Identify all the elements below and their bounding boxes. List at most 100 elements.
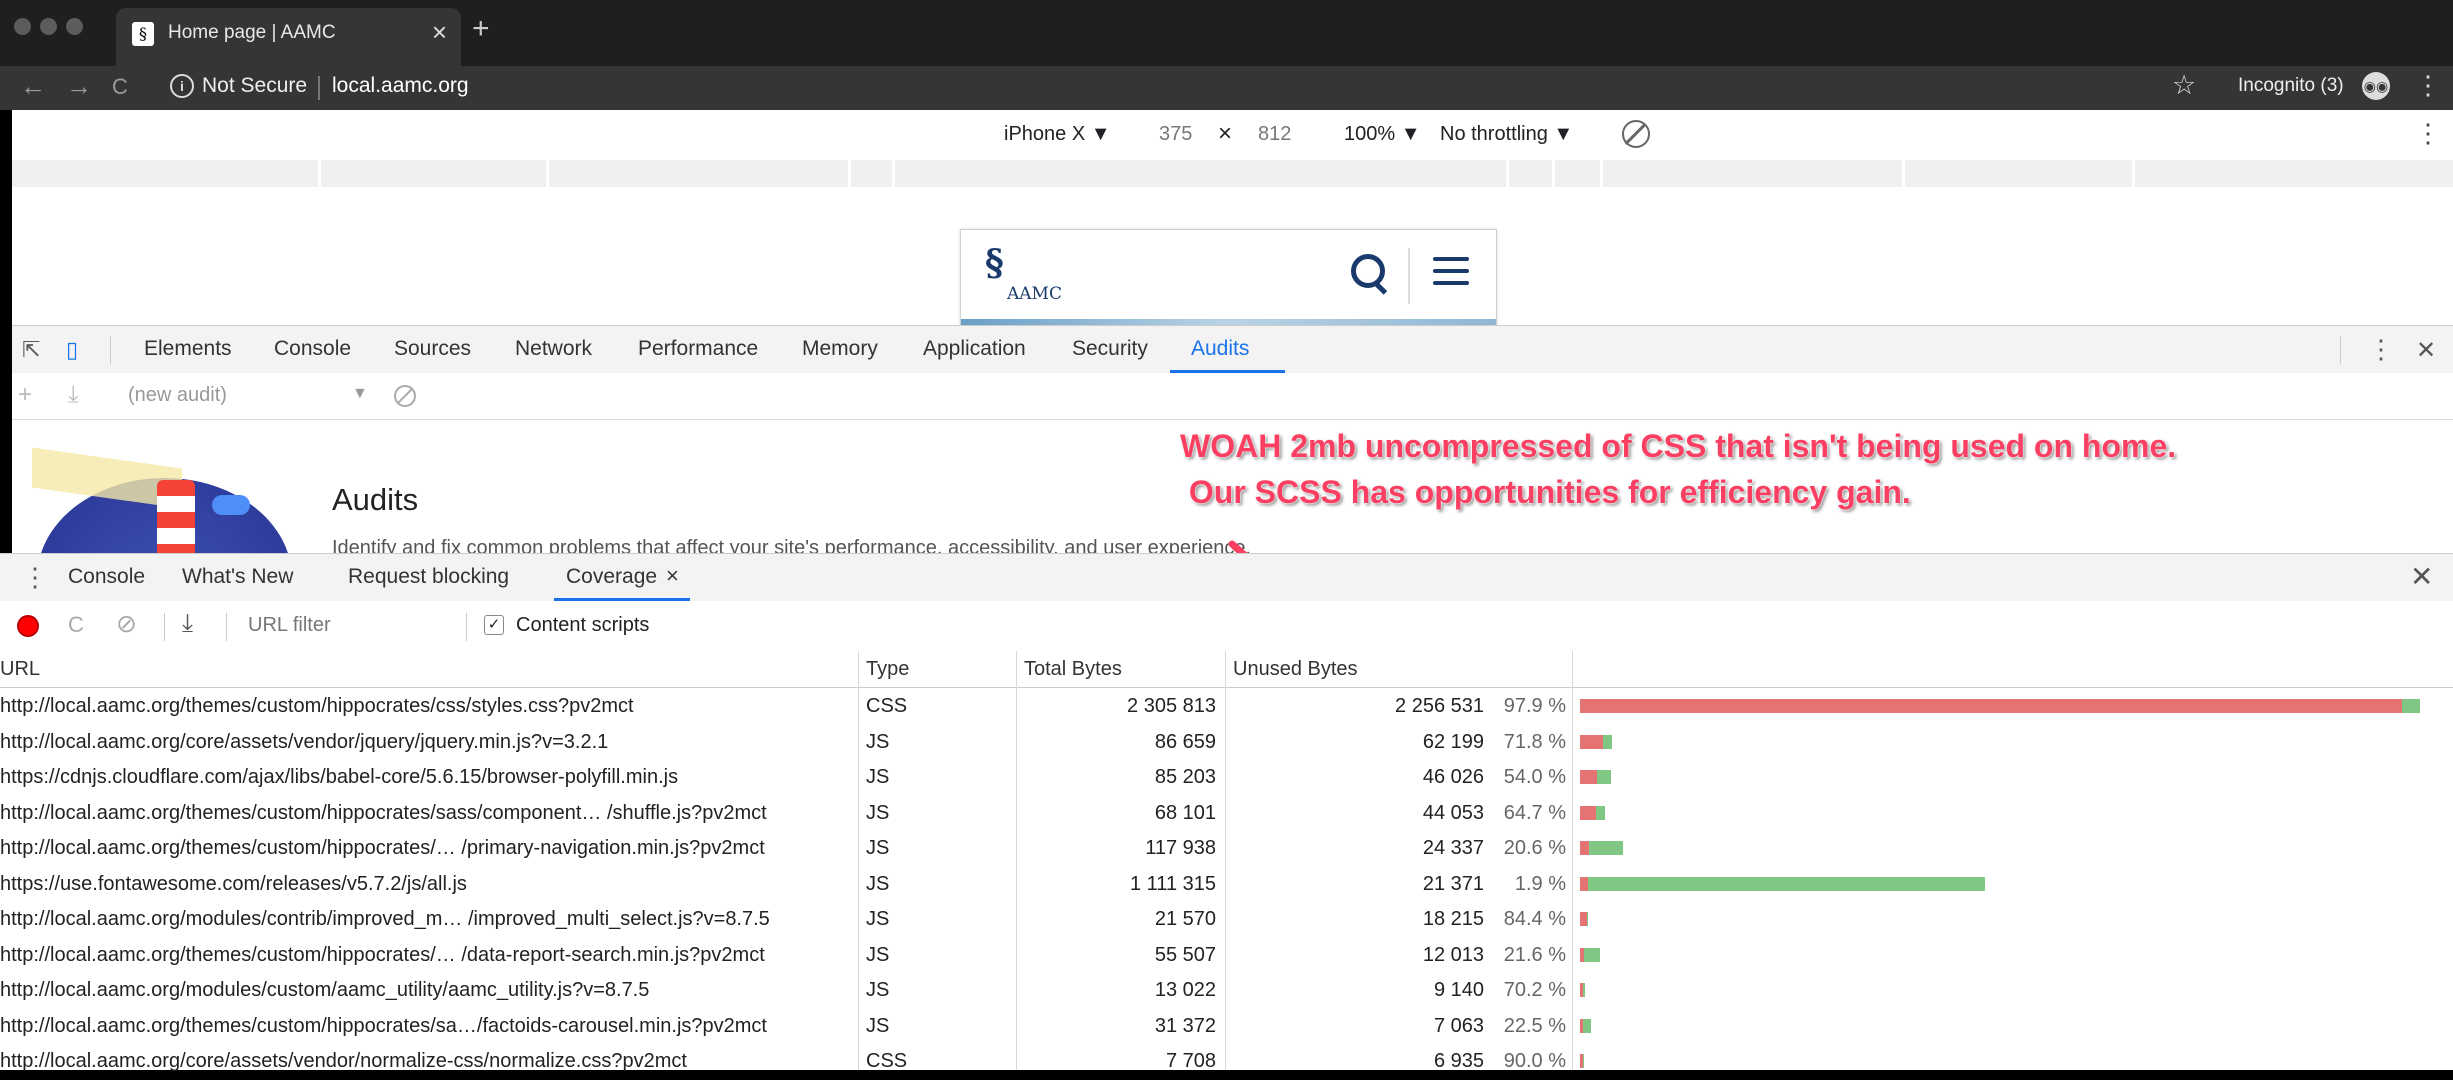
row-unused-bytes: 9 140 [1240,979,1484,1002]
table-row[interactable]: http://local.aamc.org/core/assets/vendor… [0,1044,2453,1080]
tab-console[interactable]: Console [274,337,351,361]
row-unused-bytes: 7 063 [1240,1015,1484,1038]
used-bytes-bar [1587,912,1588,926]
usage-bar [1580,1054,1583,1068]
row-url: http://local.aamc.org/themes/custom/hipp… [0,1015,854,1038]
url-field[interactable]: local.aamc.org [332,74,469,98]
tab-performance[interactable]: Performance [638,337,758,361]
used-bytes-bar [1597,770,1611,784]
row-unused-percent: 21.6 % [1494,944,1566,967]
browser-tab[interactable]: § Home page | AAMC × [116,8,461,66]
table-row[interactable]: http://local.aamc.org/modules/contrib/im… [0,902,2453,938]
throttling-select[interactable]: No throttling ▼ [1440,123,1573,146]
tab-sources[interactable]: Sources [394,337,471,361]
bookmark-star-icon[interactable]: ☆ [2172,70,2196,101]
drawer-tab-whats-new[interactable]: What's New [182,565,293,589]
inspect-element-icon[interactable]: ⇱ [22,337,40,363]
media-query-ruler[interactable] [12,160,2453,187]
new-tab-button[interactable]: + [472,12,490,46]
device-select[interactable]: iPhone X ▼ [1004,123,1111,146]
row-unused-bytes: 44 053 [1240,802,1484,825]
table-row[interactable]: http://local.aamc.org/themes/custom/hipp… [0,689,2453,725]
table-row[interactable]: http://local.aamc.org/themes/custom/hipp… [0,1009,2453,1045]
forward-arrow-icon[interactable]: → [66,71,92,102]
record-icon[interactable] [17,615,39,637]
row-type: JS [866,873,889,896]
table-row[interactable]: http://local.aamc.org/core/assets/vendor… [0,725,2453,761]
clear-coverage-icon[interactable]: ⊘ [116,609,137,639]
drawer-tab-request-blocking[interactable]: Request blocking [348,565,509,589]
mobile-site-header: § AAMC [960,229,1497,327]
security-label[interactable]: Not Secure [202,74,307,98]
unused-bytes-bar [1580,841,1589,855]
table-row[interactable]: http://local.aamc.org/themes/custom/hipp… [0,796,2453,832]
column-header-unused-bytes[interactable]: Unused Bytes [1233,658,1358,681]
tab-memory[interactable]: Memory [802,337,878,361]
audit-selector[interactable]: (new audit) [128,384,227,407]
reload-coverage-icon[interactable]: C [68,612,84,638]
device-toolbar-menu-icon[interactable]: ⋮ [2415,118,2441,149]
table-row[interactable]: https://use.fontawesome.com/releases/v5.… [0,867,2453,903]
rotate-icon[interactable] [1622,120,1650,148]
drawer-tab-console[interactable]: Console [68,565,145,589]
chevron-down-icon[interactable]: ▼ [352,385,368,403]
drawer-tab-bar: ⋮ Console What's New Request blocking Co… [0,553,2453,603]
row-total-bytes: 85 203 [1020,766,1216,789]
tab-audits[interactable]: Audits [1191,337,1249,361]
used-bytes-bar [2402,699,2420,713]
devtools-close-icon[interactable]: ✕ [2416,336,2436,365]
used-bytes-bar [1588,877,1985,891]
search-icon[interactable] [1351,254,1385,288]
device-height-input[interactable]: 812 [1258,123,1291,146]
content-scripts-checkbox[interactable]: ✓ [484,615,504,635]
unused-bytes-bar [1580,877,1588,891]
minimize-window-button[interactable] [40,18,57,35]
url-filter-input[interactable]: URL filter [248,614,331,637]
device-mode-icon[interactable]: ▯ [66,337,78,363]
tab-application[interactable]: Application [923,337,1026,361]
incognito-icon[interactable]: ◉◉ [2362,72,2390,100]
back-arrow-icon[interactable]: ← [20,71,46,102]
row-unused-percent: 1.9 % [1494,873,1566,896]
column-header-url[interactable]: URL [0,658,40,681]
export-icon[interactable]: ⤓ [182,609,193,638]
tab-elements[interactable]: Elements [144,337,232,361]
hamburger-menu-icon[interactable] [1433,257,1469,287]
tab-security[interactable]: Security [1072,337,1148,361]
row-unused-bytes: 62 199 [1240,731,1484,754]
coverage-close-icon[interactable]: × [666,563,679,589]
drawer-close-icon[interactable]: ✕ [2410,560,2433,593]
row-total-bytes: 86 659 [1020,731,1216,754]
clear-audits-icon[interactable] [394,385,416,407]
tab-network[interactable]: Network [515,337,592,361]
audits-description: Identify and fix common problems that af… [332,537,1251,553]
tab-close-icon[interactable]: × [432,17,447,48]
drawer-menu-icon[interactable]: ⋮ [22,562,48,593]
zoom-select[interactable]: 100% ▼ [1344,123,1421,146]
row-type: JS [866,944,889,967]
add-audit-icon[interactable]: + [18,381,32,409]
aamc-logo[interactable]: § AAMC [985,242,1004,284]
devtools-menu-icon[interactable]: ⋮ [2368,334,2394,365]
drawer-tab-coverage[interactable]: Coverage [566,565,657,589]
table-row[interactable]: http://local.aamc.org/modules/custom/aam… [0,973,2453,1009]
reload-icon[interactable]: C [112,74,128,100]
table-row[interactable]: http://local.aamc.org/themes/custom/hipp… [0,938,2453,974]
table-row[interactable]: http://local.aamc.org/themes/custom/hipp… [0,831,2453,867]
incognito-label[interactable]: Incognito (3) [2238,75,2344,97]
info-icon[interactable]: i [170,74,194,98]
column-header-type[interactable]: Type [866,658,909,681]
cloud-icon [212,495,250,515]
unused-bytes-bar [1580,735,1603,749]
close-window-button[interactable] [14,18,31,35]
row-url: http://local.aamc.org/themes/custom/hipp… [0,695,854,718]
download-report-icon[interactable]: ⤓ [68,381,79,409]
device-width-input[interactable]: 375 [1159,123,1192,146]
browser-title-bar: § Home page | AAMC × + [0,0,2453,66]
row-unused-bytes: 21 371 [1240,873,1484,896]
column-header-total-bytes[interactable]: Total Bytes [1024,658,1122,681]
browser-menu-icon[interactable]: ⋮ [2415,70,2441,101]
zoom-window-button[interactable] [66,18,83,35]
row-unused-percent: 54.0 % [1494,766,1566,789]
table-row[interactable]: https://cdnjs.cloudflare.com/ajax/libs/b… [0,760,2453,796]
